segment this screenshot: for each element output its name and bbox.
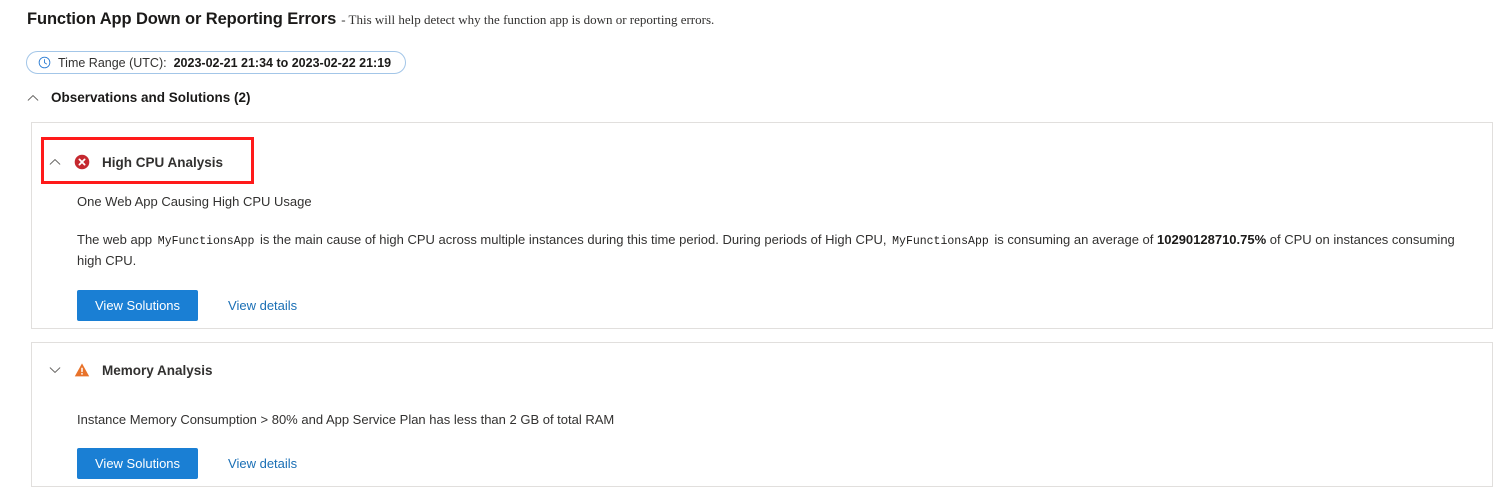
page-header: Function App Down or Reporting Errors - … xyxy=(27,10,714,29)
page-description: - This will help detect why the function… xyxy=(341,12,714,28)
card-body-high-cpu: One Web App Causing High CPU Usage The w… xyxy=(32,185,1492,322)
detail-text-part2: is the main cause of high CPU across mul… xyxy=(260,231,887,247)
chevron-down-icon[interactable] xyxy=(48,363,62,377)
detail-text-part1: The web app xyxy=(77,231,153,247)
time-range-pill[interactable]: Time Range (UTC): 2023-02-21 21:34 to 20… xyxy=(26,51,407,74)
detail-app-name-1: MyFunctionsApp xyxy=(157,234,255,248)
card-summary-memory: Instance Memory Consumption > 80% and Ap… xyxy=(77,412,615,427)
card-header-high-cpu[interactable]: High CPU Analysis xyxy=(32,139,1492,185)
card-body-memory: Instance Memory Consumption > 80% and Ap… xyxy=(32,393,1492,479)
chevron-up-icon[interactable] xyxy=(48,155,62,169)
card-actions-memory: View Solutions View details xyxy=(77,447,1474,479)
detail-text-part3: is consuming an average of xyxy=(994,231,1154,247)
observations-section-title: Observations and Solutions (2) xyxy=(51,90,251,105)
card-header-memory[interactable]: Memory Analysis xyxy=(32,347,1492,393)
observation-card-high-cpu: High CPU Analysis One Web App Causing Hi… xyxy=(31,122,1493,329)
card-title-high-cpu: High CPU Analysis xyxy=(102,154,224,170)
card-summary-high-cpu: One Web App Causing High CPU Usage xyxy=(77,194,312,209)
time-range-label: Time Range (UTC): xyxy=(58,55,167,70)
view-solutions-button[interactable]: View Solutions xyxy=(77,447,199,479)
observations-section-header[interactable]: Observations and Solutions (2) xyxy=(26,90,251,105)
clock-icon xyxy=(38,56,51,69)
card-title-memory: Memory Analysis xyxy=(102,362,213,378)
page-description-text: This will help detect why the function a… xyxy=(348,12,715,27)
card-detail-high-cpu: The web app MyFunctionsApp is the main c… xyxy=(77,230,1474,272)
detail-app-name-2: MyFunctionsApp xyxy=(892,234,989,248)
error-circle-icon xyxy=(74,154,90,170)
view-solutions-button[interactable]: View Solutions xyxy=(77,290,199,322)
detail-cpu-percentage: 10290128710.75% xyxy=(1157,231,1267,247)
view-details-link[interactable]: View details xyxy=(228,298,297,313)
page-description-separator: - xyxy=(341,12,346,27)
chevron-up-icon[interactable] xyxy=(26,91,40,105)
page-title: Function App Down or Reporting Errors xyxy=(27,10,337,28)
view-details-link[interactable]: View details xyxy=(228,456,297,471)
observation-card-memory: Memory Analysis Instance Memory Consumpt… xyxy=(31,342,1493,487)
card-actions-high-cpu: View Solutions View details xyxy=(77,290,1474,322)
warning-triangle-icon xyxy=(74,362,90,378)
time-range-value: 2023-02-21 21:34 to 2023-02-22 21:19 xyxy=(173,55,392,70)
